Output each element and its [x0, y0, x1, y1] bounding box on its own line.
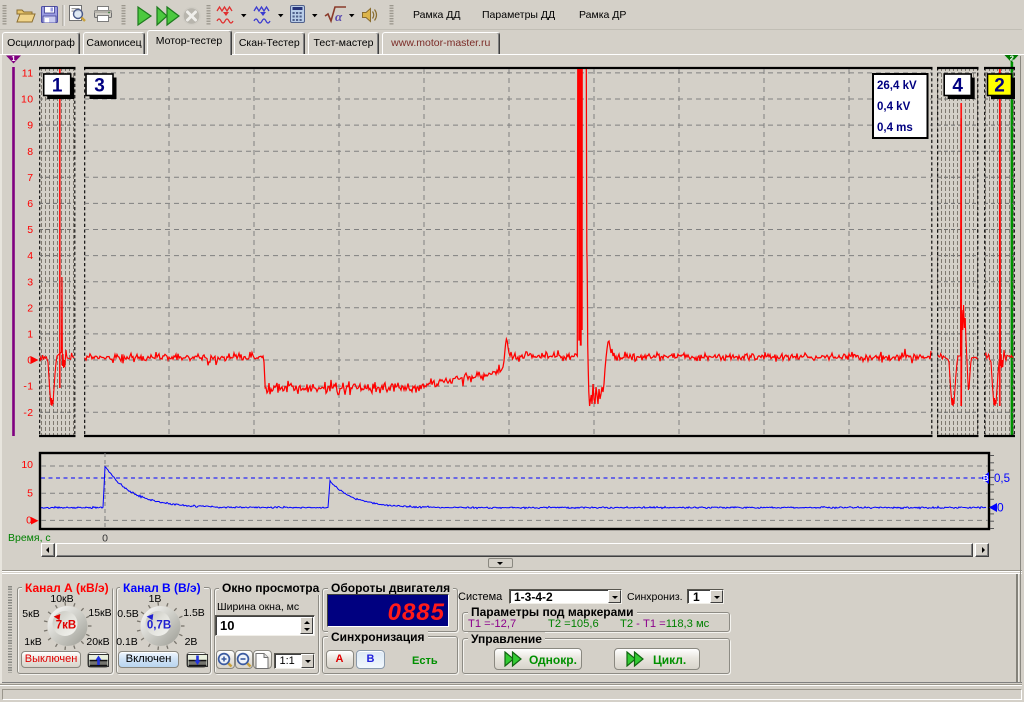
svg-text:2: 2 [994, 76, 1005, 97]
svg-text:0,5: 0,5 [994, 473, 1010, 485]
svg-text:0,7В: 0,7В [147, 620, 171, 632]
svg-text:4: 4 [952, 76, 963, 97]
svg-text:15кВ: 15кВ [88, 607, 111, 619]
svg-text:1: 1 [52, 76, 63, 97]
svg-text:0.1В: 0.1В [116, 636, 138, 648]
svg-text:1: 1 [11, 54, 15, 63]
svg-text:3: 3 [27, 276, 33, 288]
svg-text:1кВ: 1кВ [24, 636, 41, 648]
svg-text:26,4 kV: 26,4 kV [877, 80, 917, 92]
svg-text:0,4 kV: 0,4 kV [877, 101, 911, 113]
svg-text:5: 5 [27, 488, 33, 500]
svg-text:5: 5 [27, 224, 33, 236]
svg-text:7: 7 [27, 172, 33, 184]
svg-text:20кВ: 20кВ [86, 636, 109, 648]
svg-text:10: 10 [21, 94, 33, 106]
svg-text:2: 2 [27, 302, 33, 314]
svg-text:3: 3 [94, 76, 105, 97]
svg-text:6: 6 [27, 198, 33, 210]
svg-text:α: α [335, 9, 343, 24]
svg-text:0,4 ms: 0,4 ms [877, 122, 913, 134]
svg-text:4: 4 [27, 250, 33, 262]
svg-text:0.5В: 0.5В [117, 608, 139, 620]
svg-text:0: 0 [997, 501, 1004, 515]
svg-text:1В: 1В [149, 593, 162, 605]
svg-text:B: B [983, 474, 989, 483]
svg-text:10кВ: 10кВ [50, 593, 73, 605]
svg-text:1: 1 [27, 329, 33, 341]
svg-text:9: 9 [27, 120, 33, 132]
svg-text:8: 8 [27, 146, 33, 158]
svg-text:10: 10 [21, 459, 33, 471]
svg-text:5кВ: 5кВ [22, 608, 39, 620]
svg-text:-1: -1 [23, 381, 33, 393]
svg-text:11: 11 [22, 68, 34, 80]
svg-text:-2: -2 [23, 407, 33, 419]
svg-text:2В: 2В [185, 636, 198, 648]
svg-text:1.5В: 1.5В [183, 607, 205, 619]
svg-text:7кВ: 7кВ [56, 620, 76, 632]
